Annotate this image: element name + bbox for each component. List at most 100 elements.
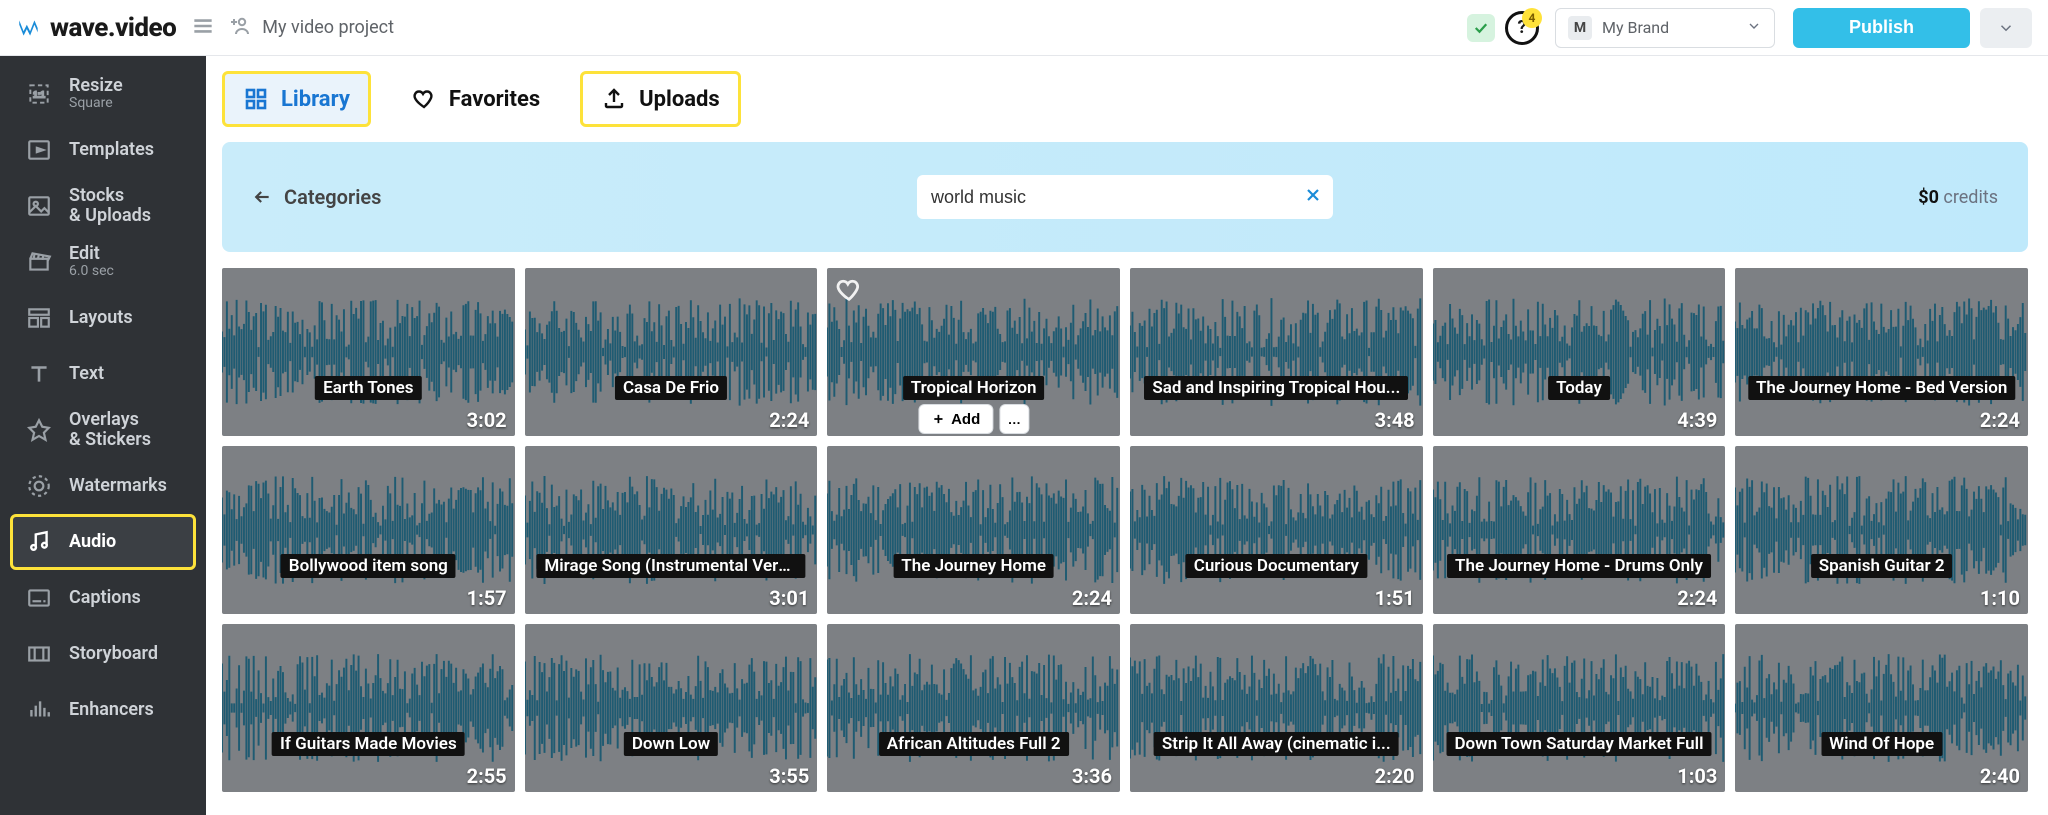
track-title: The Journey Home - Drums Only: [1447, 554, 1711, 578]
track-title: Sad and Inspiring Tropical Hou...: [1144, 376, 1408, 400]
track-card[interactable]: The Journey Home - Drums Only 2:24: [1433, 446, 1726, 614]
sidebar-item-enhancers[interactable]: Enhancers: [0, 682, 206, 738]
track-card[interactable]: Mirage Song (Instrumental Vers...3:01: [525, 446, 818, 614]
tab-library[interactable]: Library: [222, 71, 371, 127]
track-duration: 3:02: [467, 408, 507, 432]
track-duration: 2:40: [1980, 764, 2020, 788]
captions-icon: [25, 584, 53, 612]
sidebar-item-label: Layouts: [69, 308, 133, 328]
track-card[interactable]: Earth Tones3:02: [222, 268, 515, 436]
sidebar-item-label: Overlays & Stickers: [69, 410, 151, 450]
sidebar-item-label: Audio: [69, 532, 116, 552]
track-duration: 4:39: [1677, 408, 1717, 432]
project-name[interactable]: My video project: [262, 17, 394, 38]
sidebar-item-audio[interactable]: Audio: [10, 514, 196, 570]
track-title: Spanish Guitar 2: [1811, 554, 1953, 578]
search-input[interactable]: [917, 175, 1333, 219]
track-title: If Guitars Made Movies: [272, 732, 465, 756]
watermark-icon: [25, 472, 53, 500]
track-duration: 3:48: [1375, 408, 1415, 432]
plus-icon: [931, 412, 945, 426]
sidebar-item-watermarks[interactable]: Watermarks: [0, 458, 206, 514]
upload-icon: [601, 86, 627, 112]
track-title: Casa De Frio: [615, 376, 727, 400]
track-card[interactable]: Tropical HorizonAdd…: [827, 268, 1120, 436]
sidebar-item-templates[interactable]: Templates: [0, 122, 206, 178]
sidebar-item-storyboard[interactable]: Storyboard: [0, 626, 206, 682]
main-panel: Library Favorites Uploads Categories: [206, 56, 2048, 815]
sidebar-item-label: Storyboard: [69, 644, 158, 664]
enhancers-icon: [25, 696, 53, 724]
sidebar-item-edit[interactable]: Edit6.0 sec: [0, 234, 206, 290]
track-card[interactable]: Curious Documentary 1:51: [1130, 446, 1423, 614]
chevron-down-icon: [1746, 18, 1762, 38]
star-icon: [25, 416, 53, 444]
menu-icon[interactable]: [190, 13, 216, 43]
categories-back-button[interactable]: Categories: [252, 185, 381, 209]
track-card[interactable]: Down Low3:55: [525, 624, 818, 792]
clear-search-icon[interactable]: [1303, 185, 1323, 209]
track-duration: 1:51: [1375, 586, 1415, 610]
track-card[interactable]: Spanish Guitar 21:10: [1735, 446, 2028, 614]
track-card[interactable]: Bollywood item song1:57: [222, 446, 515, 614]
track-card[interactable]: Down Town Saturday Market Full1:03: [1433, 624, 1726, 792]
tab-library-label: Library: [281, 87, 350, 112]
track-duration: 2:24: [1072, 586, 1112, 610]
sidebar-item-layouts[interactable]: Layouts: [0, 290, 206, 346]
publish-button[interactable]: Publish: [1793, 8, 1970, 48]
publish-more-button[interactable]: [1980, 8, 2032, 48]
sidebar-item-stocks[interactable]: Stocks & Uploads: [0, 178, 206, 234]
track-card[interactable]: The Journey Home2:24: [827, 446, 1120, 614]
subnav-tabs: Library Favorites Uploads: [222, 56, 2028, 142]
app-body: 1:1ResizeSquareTemplatesStocks & Uploads…: [0, 56, 2048, 815]
brand-label: My Brand: [1602, 18, 1669, 37]
add-collaborator-icon[interactable]: [228, 14, 252, 42]
track-card[interactable]: Sad and Inspiring Tropical Hou... 3:48: [1130, 268, 1423, 436]
help-button[interactable]: ? 4: [1505, 11, 1539, 45]
storyboard-icon: [25, 640, 53, 668]
track-duration: 2:55: [467, 764, 507, 788]
track-card[interactable]: Strip It All Away (cinematic i...2:20: [1130, 624, 1423, 792]
track-more-button[interactable]: …: [999, 404, 1029, 434]
track-card[interactable]: Today4:39: [1433, 268, 1726, 436]
sidebar-item-label: Enhancers: [69, 700, 154, 720]
sidebar-item-label: Text: [69, 364, 104, 384]
track-duration: 1:03: [1677, 764, 1717, 788]
tab-favorites[interactable]: Favorites: [393, 71, 558, 127]
sidebar-item-label: ResizeSquare: [69, 76, 123, 111]
track-card[interactable]: Wind Of Hope 2:40: [1735, 624, 2028, 792]
track-title: The Journey Home - Bed Version: [1748, 376, 2015, 400]
sidebar-item-overlays[interactable]: Overlays & Stickers: [0, 402, 206, 458]
sidebar-item-label: Watermarks: [69, 476, 167, 496]
favorite-icon[interactable]: [835, 276, 863, 308]
track-card[interactable]: The Journey Home - Bed Version2:24: [1735, 268, 2028, 436]
heart-icon: [411, 86, 437, 112]
app-logo[interactable]: wave.video: [16, 13, 176, 43]
arrow-left-icon: [252, 187, 272, 207]
saved-status: [1467, 14, 1495, 42]
track-duration: 3:01: [769, 586, 809, 610]
brand-avatar: M: [1568, 16, 1592, 40]
track-duration: 3:36: [1072, 764, 1112, 788]
sidebar-item-label: Captions: [69, 588, 141, 608]
track-card[interactable]: Casa De Frio2:24: [525, 268, 818, 436]
categories-label: Categories: [284, 185, 381, 209]
track-title: Bollywood item song: [281, 554, 456, 578]
track-card[interactable]: African Altitudes Full 23:36: [827, 624, 1120, 792]
brand-select[interactable]: M My Brand: [1555, 8, 1775, 48]
track-card[interactable]: If Guitars Made Movies2:55: [222, 624, 515, 792]
sidebar-item-label: Edit6.0 sec: [69, 244, 114, 279]
image-icon: [25, 192, 53, 220]
search-wrap: [917, 175, 1333, 219]
track-title: Wind Of Hope: [1821, 732, 1942, 756]
track-actions: Add…: [918, 404, 1029, 434]
sidebar-item-text[interactable]: Text: [0, 346, 206, 402]
add-track-button[interactable]: Add: [918, 404, 993, 434]
help-badge: 4: [1522, 8, 1542, 28]
track-title: Curious Documentary: [1186, 554, 1367, 578]
clapper-icon: [25, 248, 53, 276]
track-duration: 2:24: [1677, 586, 1717, 610]
sidebar-item-captions[interactable]: Captions: [0, 570, 206, 626]
tab-uploads[interactable]: Uploads: [580, 71, 741, 127]
sidebar-item-resize[interactable]: 1:1ResizeSquare: [0, 66, 206, 122]
